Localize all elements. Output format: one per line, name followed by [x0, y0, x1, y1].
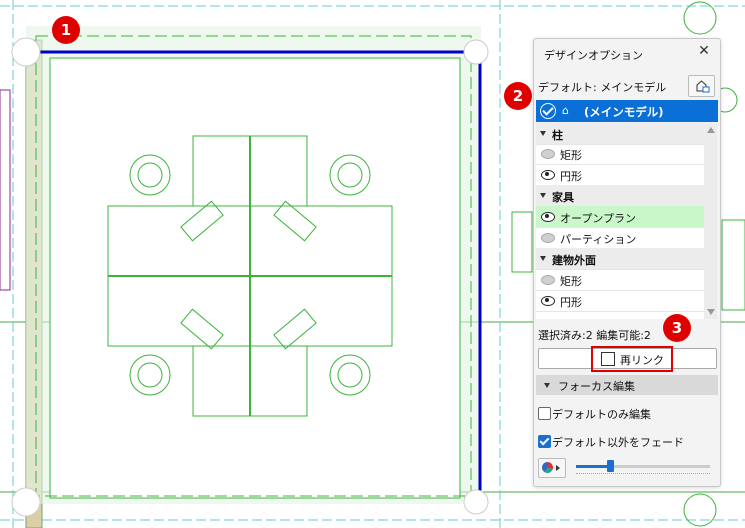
- list-scrollbar[interactable]: [704, 123, 717, 319]
- fade-others-checkbox[interactable]: [538, 435, 551, 448]
- group-row-column[interactable]: 柱: [536, 123, 704, 145]
- chevron-down-icon: [540, 131, 546, 136]
- focus-edit-section[interactable]: フォーカス編集: [536, 375, 718, 395]
- callout-badge-2: 2: [504, 82, 532, 110]
- eye-visible-icon[interactable]: [541, 170, 555, 180]
- option-row[interactable]: 円形: [536, 164, 704, 186]
- close-icon[interactable]: ✕: [696, 43, 712, 59]
- fade-slider-fill: [576, 465, 610, 468]
- house-icon: ⌂: [562, 104, 569, 117]
- option-label: 矩形: [560, 149, 582, 162]
- focus-edit-label: フォーカス編集: [558, 380, 635, 393]
- design-options-panel: デザインオプション ✕ デフォルト: メインモデル ⌂ (メインモデル) 柱 矩…: [533, 38, 721, 487]
- option-row[interactable]: 矩形: [536, 143, 704, 165]
- scroll-up-icon[interactable]: [707, 127, 715, 133]
- chevron-down-icon: [540, 256, 546, 261]
- default-only-checkbox[interactable]: [538, 407, 551, 420]
- eye-visible-icon[interactable]: [541, 296, 555, 306]
- selected-option-label: (メインモデル): [584, 105, 664, 119]
- relink-label: 再リンク: [620, 354, 664, 367]
- panel-title: デザインオプション: [544, 49, 643, 62]
- option-row[interactable]: 矩形: [536, 269, 704, 291]
- option-label: 円形: [560, 296, 582, 309]
- eye-hidden-icon[interactable]: [541, 275, 555, 285]
- slider-ticks: [576, 473, 710, 478]
- relink-highlight: 再リンク: [591, 346, 673, 372]
- chevron-right-icon: [556, 465, 560, 471]
- check-circle-icon: [540, 103, 556, 119]
- group-label: 建物外面: [552, 254, 596, 267]
- fade-others-label: デフォルト以外をフェード: [552, 436, 684, 449]
- set-default-button[interactable]: [688, 75, 715, 97]
- chevron-down-icon: [544, 383, 550, 388]
- group-label: 柱: [552, 129, 563, 142]
- option-row[interactable]: パーティション: [536, 227, 704, 249]
- color-pie-icon: [542, 462, 553, 473]
- chevron-down-icon: [540, 193, 546, 198]
- default-only-label: デフォルトのみ編集: [552, 408, 651, 421]
- group-row-furniture[interactable]: 家具: [536, 185, 704, 207]
- scroll-down-icon[interactable]: [707, 309, 715, 315]
- eye-visible-icon[interactable]: [541, 212, 555, 222]
- option-row[interactable]: オープンプラン: [536, 206, 704, 228]
- relink-icon: [601, 352, 615, 366]
- default-model-label: デフォルト: メインモデル: [538, 81, 667, 94]
- house-icon: [696, 80, 710, 93]
- fade-slider-thumb[interactable]: [606, 460, 614, 472]
- option-list: 柱 矩形 円形 家具 オープンプラン パーティション 建物外面 矩形 円形: [536, 123, 704, 319]
- eye-hidden-icon[interactable]: [541, 149, 555, 159]
- callout-badge-3: 3: [663, 314, 691, 342]
- option-row[interactable]: 円形: [536, 290, 704, 312]
- color-menu-button[interactable]: [538, 458, 566, 478]
- callout-badge-1: 1: [52, 16, 80, 44]
- option-label: 円形: [560, 170, 582, 183]
- group-row-exterior[interactable]: 建物外面: [536, 248, 704, 270]
- selection-status: 選択済み:2 編集可能:2: [538, 329, 651, 342]
- group-label: 家具: [552, 191, 574, 204]
- fade-slider[interactable]: [576, 460, 710, 472]
- option-label: 矩形: [560, 275, 582, 288]
- relink-button[interactable]: 再リンク: [538, 346, 717, 372]
- option-label: パーティション: [560, 233, 637, 246]
- option-label: オープンプラン: [560, 212, 637, 225]
- selected-option-row[interactable]: ⌂ (メインモデル): [536, 100, 718, 122]
- eye-hidden-icon[interactable]: [541, 233, 555, 243]
